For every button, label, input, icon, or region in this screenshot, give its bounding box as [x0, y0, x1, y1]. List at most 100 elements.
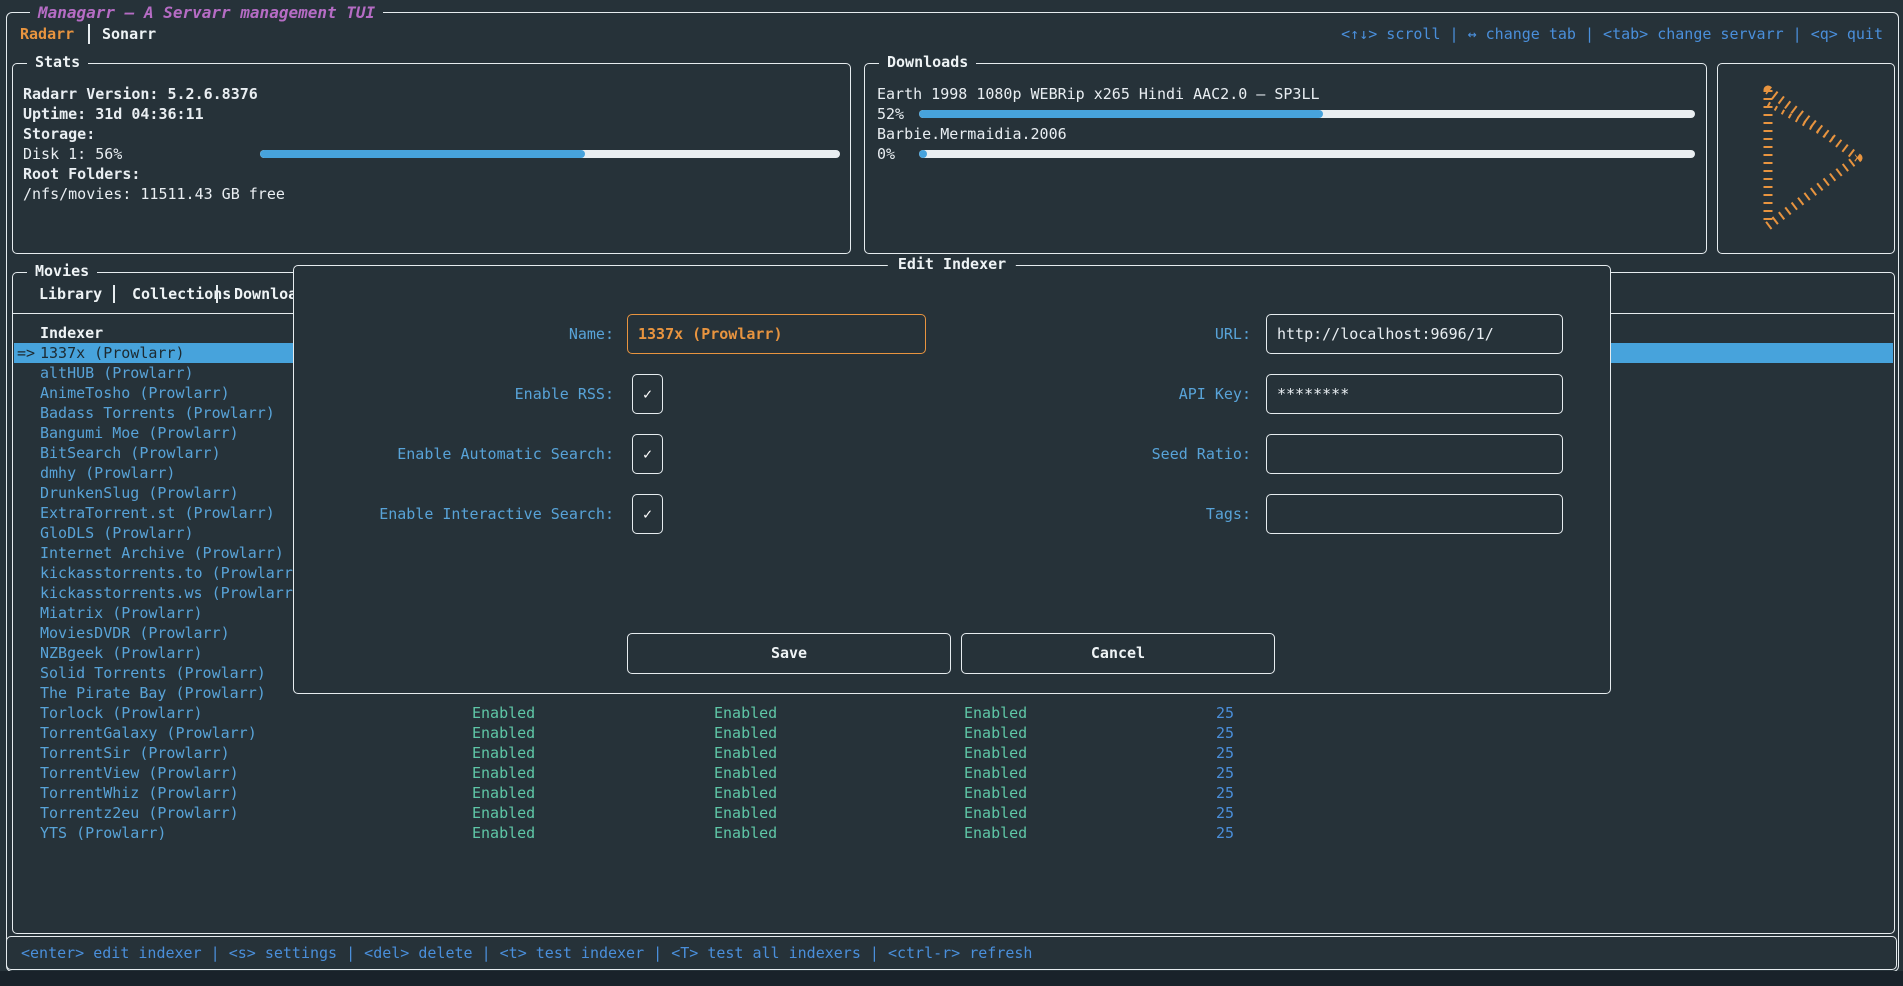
indexer-name: BitSearch (Prowlarr): [40, 443, 221, 463]
indexer-row[interactable]: TorrentGalaxy (Prowlarr)EnabledEnabledEn…: [14, 723, 1893, 743]
bottom-keybind-hints: <enter> edit indexer | <s> settings | <d…: [21, 937, 1032, 969]
disk-usage-progressbar: [260, 150, 840, 158]
indexer-cell: Enabled: [472, 763, 535, 783]
indexer-name: DrunkenSlug (Prowlarr): [40, 483, 239, 503]
play-logo-icon: [1718, 64, 1894, 253]
bottom-strip: [0, 971, 1903, 986]
indexer-cell: Enabled: [964, 823, 1027, 843]
indexer-name: kickasstorrents.to (Prowlarr): [40, 563, 302, 583]
indexer-cell: Enabled: [714, 723, 777, 743]
indexer-name: TorrentView (Prowlarr): [40, 763, 239, 783]
indexer-cell: Enabled: [472, 823, 535, 843]
indexer-cell: Enabled: [714, 823, 777, 843]
selected-row-marker: =>: [17, 343, 35, 363]
indexer-row[interactable]: Torlock (Prowlarr)EnabledEnabledEnabled2…: [14, 703, 1893, 723]
download-item-percent: 0%: [877, 144, 895, 164]
indexer-cell: Enabled: [714, 763, 777, 783]
indexer-name: Badass Torrents (Prowlarr): [40, 403, 275, 423]
stats-storage-label: Storage:: [23, 124, 95, 144]
name-input[interactable]: 1337x (Prowlarr): [627, 314, 926, 354]
seed-ratio-input[interactable]: [1266, 434, 1563, 474]
cancel-button[interactable]: Cancel: [961, 633, 1275, 674]
indexer-name: GloDLS (Prowlarr): [40, 523, 194, 543]
top-keybind-hints: <↑↓> scroll | ↔ change tab | <tab> chang…: [1341, 23, 1883, 45]
downloads-panel: Downloads Earth 1998 1080p WEBRip x265 H…: [864, 63, 1707, 254]
api-key-input[interactable]: ********: [1266, 374, 1563, 414]
indexer-name: 1337x (Prowlarr): [40, 343, 185, 363]
indexer-row[interactable]: TorrentWhiz (Prowlarr)EnabledEnabledEnab…: [14, 783, 1893, 803]
indexer-cell: 25: [1154, 723, 1234, 743]
indexer-cell: Enabled: [472, 803, 535, 823]
enable-automatic-search-checkbox[interactable]: ✓: [632, 434, 663, 474]
tab-sonarr[interactable]: Sonarr: [102, 23, 156, 45]
indexer-cell: Enabled: [714, 803, 777, 823]
indexer-name: TorrentWhiz (Prowlarr): [40, 783, 239, 803]
indexer-name: The Pirate Bay (Prowlarr): [40, 683, 266, 703]
indexer-name: dmhy (Prowlarr): [40, 463, 175, 483]
indexer-name: ExtraTorrent.st (Prowlarr): [40, 503, 275, 523]
indexer-row[interactable]: TorrentSir (Prowlarr) Enabled Enabled Enabl…: [14, 743, 1893, 763]
indexer-cell: 25: [1154, 803, 1234, 823]
indexer-column-header: Indexer: [40, 323, 103, 343]
save-button[interactable]: Save: [627, 633, 951, 674]
stats-disk-label: Disk 1: 56%: [23, 144, 122, 164]
indexer-row[interactable]: Torrentz2eu (Prowlarr) Enabled Enabled Enab…: [14, 803, 1893, 823]
indexer-name: Bangumi Moe (Prowlarr): [40, 423, 239, 443]
indexer-cell: Enabled: [964, 763, 1027, 783]
indexer-name: AnimeTosho (Prowlarr): [40, 383, 230, 403]
download-item-name: Earth 1998 1080p WEBRip x265 Hindi AAC2.…: [877, 84, 1320, 104]
tags-input[interactable]: [1266, 494, 1563, 534]
indexer-cell: Enabled: [714, 743, 777, 763]
indexer-cell: 25: [1154, 743, 1234, 763]
indexer-cell: Enabled: [472, 783, 535, 803]
indexer-name: Solid Torrents (Prowlarr): [40, 663, 266, 683]
enable-rss-checkbox[interactable]: ✓: [632, 374, 663, 414]
indexer-name: Miatrix (Prowlarr): [40, 603, 203, 623]
indexer-cell: 25: [1154, 783, 1234, 803]
indexer-name: Torrentz2eu (Prowlarr): [40, 803, 239, 823]
indexer-name: altHUB (Prowlarr): [40, 363, 194, 383]
modal-title: Edit Indexer: [888, 255, 1016, 273]
download-item-name: Barbie.Mermaidia.2006: [877, 124, 1067, 144]
tab-radarr[interactable]: Radarr: [20, 23, 74, 45]
indexer-cell: Enabled: [714, 703, 777, 723]
indexer-cell: 25: [1154, 823, 1234, 843]
indexer-name: kickasstorrents.ws (Prowlarr): [40, 583, 302, 603]
indexer-name: YTS (Prowlarr): [40, 823, 166, 843]
indexer-cell: Enabled: [472, 743, 535, 763]
stats-version: Radarr Version: 5.2.6.8376: [23, 84, 258, 104]
indexer-cell: 25: [1154, 763, 1234, 783]
enable-interactive-search-checkbox[interactable]: ✓: [632, 494, 663, 534]
movies-tab-library[interactable]: Library: [39, 283, 102, 305]
tab-separator: [113, 285, 115, 303]
indexer-cell: 25: [1154, 703, 1234, 723]
bottom-bar: <enter> edit indexer | <s> settings | <d…: [6, 936, 1897, 970]
stats-panel: Stats Radarr Version: 5.2.6.8376 Uptime:…: [12, 63, 851, 254]
stats-rootfolder-value: /nfs/movies: 11511.43 GB free: [23, 184, 285, 204]
enable-interactive-search-label: Enable Interactive Search:: [294, 494, 614, 534]
tab-separator: [216, 285, 218, 303]
stats-uptime: Uptime: 31d 04:36:11: [23, 104, 204, 124]
indexer-cell: Enabled: [964, 723, 1027, 743]
logo-panel: [1717, 63, 1895, 254]
enable-automatic-search-label: Enable Automatic Search:: [294, 434, 614, 474]
tab-separator: [88, 24, 90, 44]
indexer-name: Torlock (Prowlarr): [40, 703, 203, 723]
url-input[interactable]: http://localhost:9696/1/: [1266, 314, 1563, 354]
enable-rss-label: Enable RSS:: [294, 374, 614, 414]
indexer-cell: Enabled: [964, 803, 1027, 823]
name-label: Name:: [294, 314, 614, 354]
indexer-cell: Enabled: [964, 743, 1027, 763]
download-progressbar: [919, 150, 1695, 158]
stats-rootfolders-label: Root Folders:: [23, 164, 140, 184]
indexer-name: TorrentSir (Prowlarr): [40, 743, 230, 763]
download-progressbar: [919, 110, 1695, 118]
download-item-percent: 52%: [877, 104, 904, 124]
indexer-cell: Enabled: [472, 703, 535, 723]
indexer-cell: Enabled: [964, 783, 1027, 803]
seed-ratio-label: Seed Ratio:: [894, 434, 1251, 474]
indexer-row[interactable]: YTS (Prowlarr) Enabled Enabled Enabled 25: [14, 823, 1893, 843]
indexer-row[interactable]: TorrentView (Prowlarr) Enabled Enabled Enab…: [14, 763, 1893, 783]
edit-indexer-modal: Edit Indexer Name: 1337x (Prowlarr) URL:…: [293, 265, 1611, 694]
tags-label: Tags:: [894, 494, 1251, 534]
